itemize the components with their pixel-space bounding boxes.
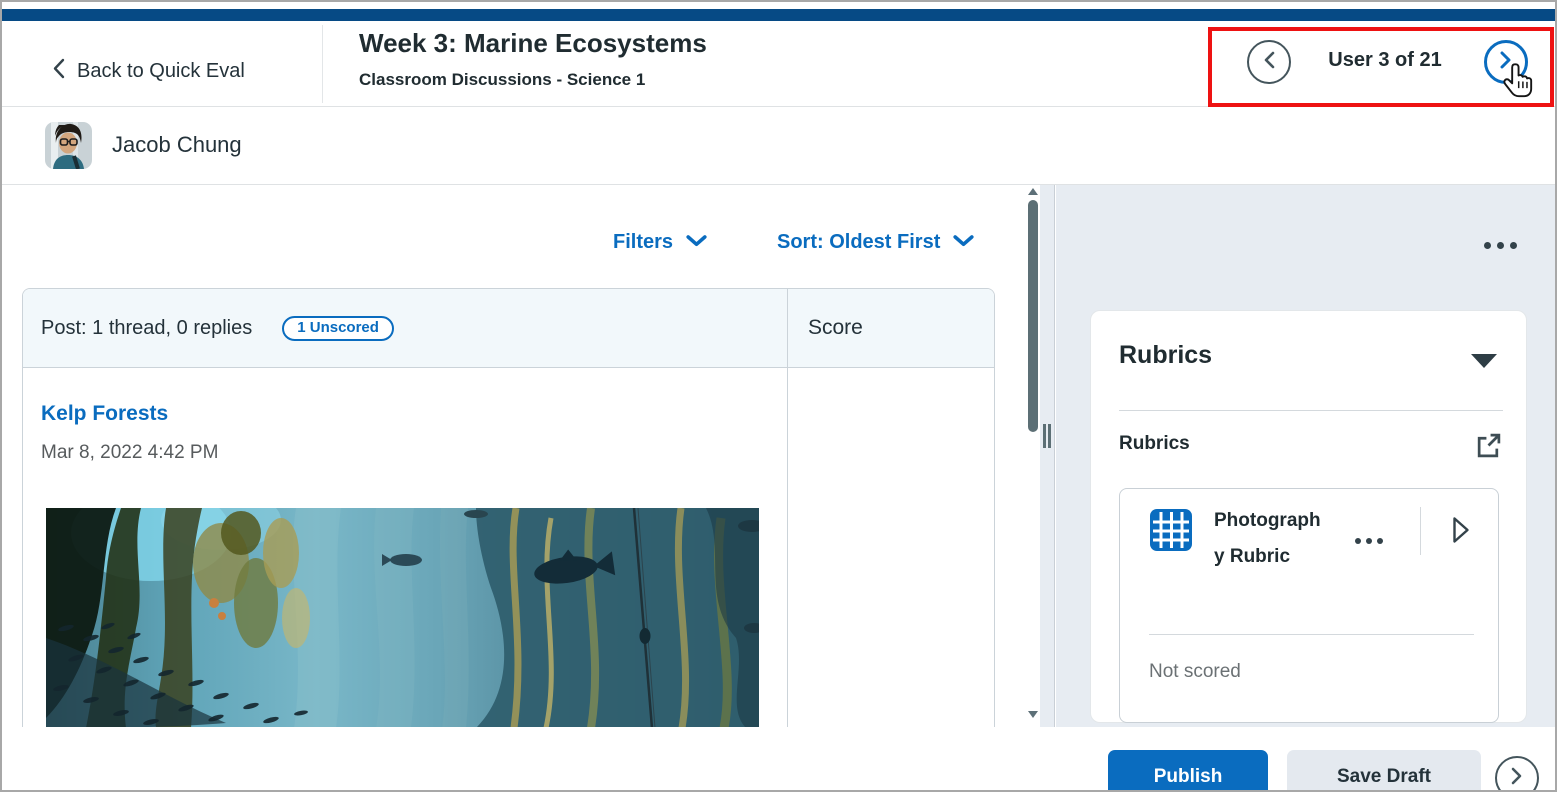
- scrollbar-down-arrow[interactable]: [1028, 711, 1038, 718]
- scrollbar-thumb[interactable]: [1028, 200, 1038, 432]
- posts-table-header: Post: 1 thread, 0 replies 1 Unscored Sco…: [23, 289, 994, 368]
- ellipsis-icon: [1497, 242, 1504, 249]
- back-to-quick-eval-link[interactable]: Back to Quick Eval: [52, 49, 245, 93]
- rubric-divider: [1420, 507, 1421, 555]
- unscored-badge: 1 Unscored: [282, 316, 394, 341]
- ellipsis-icon: [1366, 538, 1372, 544]
- rubric-overflow-menu-button[interactable]: [1351, 534, 1387, 548]
- back-link-label: Back to Quick Eval: [77, 60, 245, 83]
- previous-user-button[interactable]: [1247, 40, 1291, 84]
- panel-splitter: [1040, 185, 1055, 727]
- ellipsis-icon: [1484, 242, 1491, 249]
- title-block: Week 3: Marine Ecosystems Classroom Disc…: [359, 28, 707, 90]
- rubric-status: Not scored: [1149, 661, 1241, 683]
- panel-splitter-handle[interactable]: [1043, 424, 1051, 448]
- chevron-right-circle-icon: [1511, 767, 1523, 790]
- post-summary: Post: 1 thread, 0 replies: [41, 317, 252, 340]
- rubrics-section-title: Rubrics: [1119, 341, 1212, 370]
- navbar-accent-bar: [2, 9, 1555, 21]
- rubrics-card: Rubrics Rubrics: [1090, 310, 1527, 723]
- caret-down-icon[interactable]: [1470, 353, 1498, 374]
- avatar: [45, 122, 92, 169]
- chevron-left-icon: [52, 58, 65, 84]
- quick-eval-discussion-screen: Back to Quick Eval Week 3: Marine Ecosys…: [0, 0, 1557, 792]
- rubric-item-row[interactable]: Photography Rubric Not scored: [1119, 488, 1499, 723]
- posts-table: Post: 1 thread, 0 replies 1 Unscored Sco…: [22, 288, 995, 727]
- evaluation-panel: Rubrics Rubrics: [1056, 185, 1555, 727]
- student-name: Jacob Chung: [112, 132, 242, 158]
- post-timestamp: Mar 8, 2022 4:42 PM: [41, 442, 218, 464]
- filters-dropdown[interactable]: Filters: [613, 231, 707, 254]
- sort-dropdown[interactable]: Sort: Oldest First: [777, 231, 974, 254]
- footer-next-user-button[interactable]: [1495, 756, 1539, 792]
- card-divider: [1119, 410, 1503, 411]
- page-subtitle: Classroom Discussions - Science 1: [359, 70, 707, 90]
- panel-overflow-menu-button[interactable]: [1480, 238, 1521, 253]
- rubrics-subsection-title: Rubrics: [1119, 433, 1190, 455]
- post-title-link[interactable]: Kelp Forests: [41, 402, 168, 426]
- rubric-name: Photography Rubric: [1214, 503, 1326, 575]
- post-image-kelp-forest: [46, 508, 759, 727]
- play-outline-icon[interactable]: [1451, 515, 1471, 550]
- header-divider: [322, 25, 323, 103]
- filters-label: Filters: [613, 231, 673, 254]
- publish-button[interactable]: Publish: [1108, 750, 1268, 792]
- ellipsis-icon: [1510, 242, 1517, 249]
- save-draft-button[interactable]: Save Draft: [1287, 750, 1481, 792]
- score-column-divider: [787, 289, 788, 727]
- external-link-icon[interactable]: [1475, 432, 1502, 464]
- rubric-grid-icon: [1149, 508, 1193, 557]
- student-row: Jacob Chung: [2, 108, 1555, 185]
- score-column-header: Score: [787, 316, 994, 340]
- page-header: Back to Quick Eval Week 3: Marine Ecosys…: [2, 21, 1555, 107]
- chevron-right-circle-icon: [1500, 51, 1512, 74]
- user-position-label: User 3 of 21: [1294, 49, 1476, 72]
- next-user-button[interactable]: [1484, 40, 1528, 84]
- chevron-down-icon: [953, 234, 974, 252]
- rubric-item-divider: [1149, 634, 1474, 635]
- scrollbar-up-arrow[interactable]: [1028, 188, 1038, 195]
- page-title: Week 3: Marine Ecosystems: [359, 28, 707, 59]
- sort-label: Sort: Oldest First: [777, 231, 940, 254]
- ellipsis-icon: [1355, 538, 1361, 544]
- ellipsis-icon: [1377, 538, 1383, 544]
- chevron-left-circle-icon: [1263, 51, 1275, 74]
- chevron-down-icon: [686, 234, 707, 252]
